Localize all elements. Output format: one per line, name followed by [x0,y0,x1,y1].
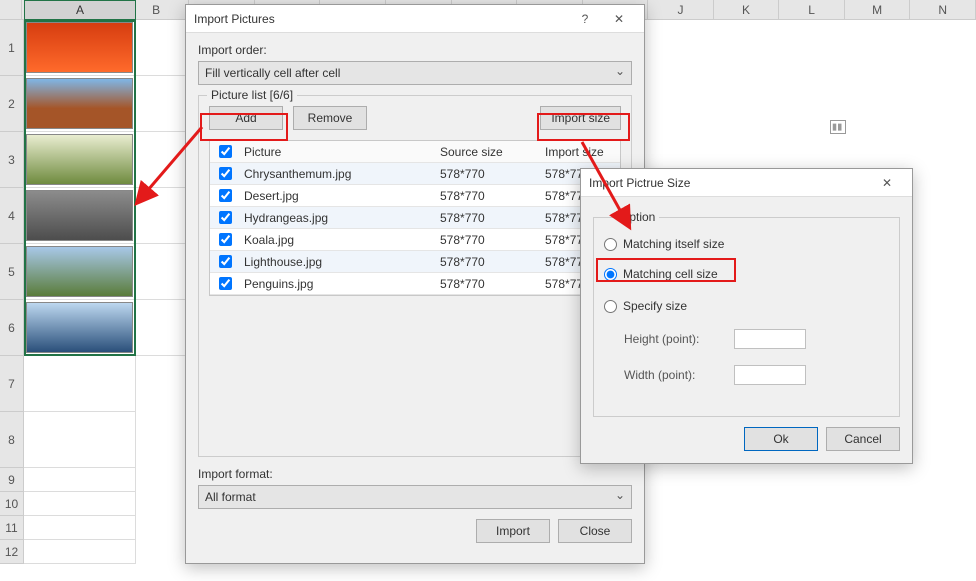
row-header[interactable]: 12 [0,540,24,564]
row-checkbox[interactable] [219,167,232,180]
quick-analysis-icon[interactable] [830,120,846,134]
row-header[interactable]: 5 [0,244,24,300]
picture-name: Penguins.jpg [240,277,440,291]
import-order-value: Fill vertically cell after cell [205,66,340,80]
source-size: 578*770 [440,255,545,269]
table-row[interactable]: Chrysanthemum.jpg578*770578*770 [210,163,620,185]
col-header[interactable]: M [845,0,911,19]
close-button[interactable]: Close [558,519,632,543]
picture-name: Hydrangeas.jpg [240,211,440,225]
table-row[interactable]: Lighthouse.jpg578*770578*770 [210,251,620,273]
import-format-label: Import format: [198,467,632,481]
import-pictures-dialog: Import Pictures ? ✕ Import order: Fill v… [185,4,645,564]
col-source-size[interactable]: Source size [440,145,545,159]
row-checkbox[interactable] [219,233,232,246]
table-row[interactable]: Penguins.jpg578*770578*770 [210,273,620,295]
annotation-arrow-left [140,125,210,208]
height-input[interactable] [734,329,806,349]
row-checkbox[interactable] [219,211,232,224]
dialog-titlebar[interactable]: Import Pictures ? ✕ [186,5,644,33]
row-header[interactable]: 4 [0,188,24,244]
source-size: 578*770 [440,233,545,247]
cell[interactable] [24,492,136,516]
import-button[interactable]: Import [476,519,550,543]
import-format-value: All format [205,490,256,504]
radio-label: Specify size [623,299,687,313]
add-button[interactable]: Add [209,106,283,130]
cell[interactable] [24,356,136,412]
corner-cell[interactable] [0,0,22,19]
table-row[interactable]: Hydrangeas.jpg578*770578*770 [210,207,620,229]
source-size: 578*770 [440,167,545,181]
row-checkbox[interactable] [219,277,232,290]
close-icon[interactable]: ✕ [870,172,904,194]
width-input[interactable] [734,365,806,385]
cell[interactable] [24,540,136,564]
cell[interactable] [24,516,136,540]
height-label: Height (point): [624,332,724,346]
picture-name: Chrysanthemum.jpg [240,167,440,181]
picture-name: Lighthouse.jpg [240,255,440,269]
row-header[interactable]: 8 [0,412,24,468]
radio-matching-cell[interactable] [604,268,617,281]
row-header[interactable]: 7 [0,356,24,412]
table-row[interactable]: Desert.jpg578*770578*770 [210,185,620,207]
col-header[interactable]: K [714,0,780,19]
row-header[interactable]: 9 [0,468,24,492]
import-order-label: Import order: [198,43,632,57]
picture-name: Koala.jpg [240,233,440,247]
row-checkbox[interactable] [219,189,232,202]
cell[interactable] [24,468,136,492]
radio-label: Matching cell size [623,267,718,281]
thumbnail-image[interactable] [26,78,133,129]
radio-matching-itself[interactable] [604,238,617,251]
row-header[interactable]: 11 [0,516,24,540]
picture-list-legend: Picture list [6/6] [207,88,297,102]
select-all-checkbox[interactable] [219,145,232,158]
row-header[interactable]: 2 [0,76,24,132]
close-icon[interactable]: ✕ [602,8,636,30]
annotation-arrow-right [576,140,646,228]
col-header-a[interactable]: A [24,0,136,20]
thumbnail-image[interactable] [26,190,133,241]
help-button[interactable]: ? [568,8,602,30]
table-row[interactable]: Koala.jpg578*770578*770 [210,229,620,251]
ok-button[interactable]: Ok [744,427,818,451]
radio-specify-size[interactable] [604,300,617,313]
row-checkbox[interactable] [219,255,232,268]
thumbnail-image[interactable] [26,246,133,297]
col-header[interactable]: N [910,0,976,19]
picture-table: Picture Source size Import size Chrysant… [209,140,621,296]
row-header[interactable]: 3 [0,132,24,188]
thumbnail-image[interactable] [26,302,133,353]
col-header[interactable]: J [648,0,714,19]
picture-name: Desert.jpg [240,189,440,203]
width-label: Width (point): [624,368,724,382]
cancel-button[interactable]: Cancel [826,427,900,451]
radio-label: Matching itself size [623,237,724,251]
source-size: 578*770 [440,189,545,203]
thumbnail-image[interactable] [26,134,133,185]
row-header[interactable]: 10 [0,492,24,516]
thumbnail-image[interactable] [26,22,133,73]
col-header[interactable]: L [779,0,845,19]
dialog-title: Import Pictures [194,12,568,26]
row-header[interactable]: 1 [0,20,24,76]
source-size: 578*770 [440,277,545,291]
remove-button[interactable]: Remove [293,106,367,130]
import-format-dropdown[interactable]: All format [198,485,632,509]
row-header[interactable]: 6 [0,300,24,356]
import-size-button[interactable]: Import size [540,106,621,130]
source-size: 578*770 [440,211,545,225]
cell[interactable] [24,412,136,468]
import-order-dropdown[interactable]: Fill vertically cell after cell [198,61,632,85]
col-picture[interactable]: Picture [240,145,440,159]
